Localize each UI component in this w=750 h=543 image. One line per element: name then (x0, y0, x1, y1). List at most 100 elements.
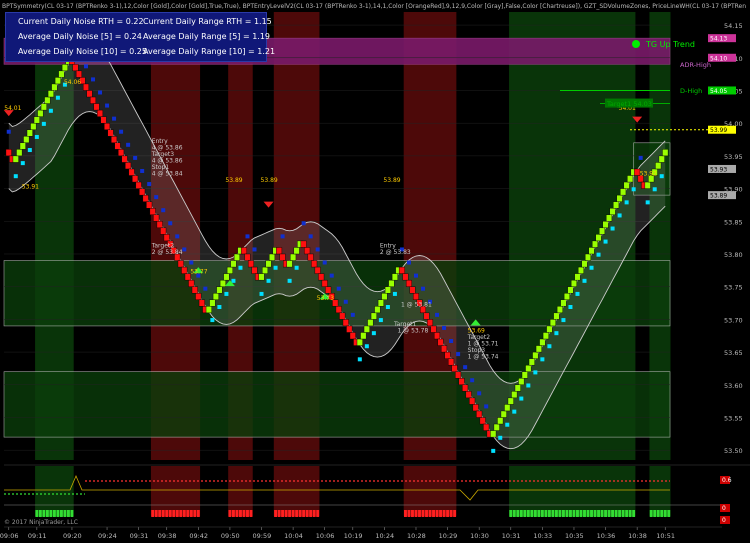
renko-bar (111, 136, 118, 144)
volume-marker (610, 226, 615, 231)
renko-bar (44, 96, 51, 104)
stat-avg-range-10: Average Daily Range [10] = 1.21 (143, 47, 276, 56)
volume-marker (371, 331, 376, 336)
renko-bar (290, 253, 297, 261)
price-tick-label: 53.95 (724, 153, 743, 161)
lower-block (540, 510, 544, 517)
renko-bar (118, 149, 125, 157)
renko-bar (528, 358, 535, 366)
volume-marker (27, 148, 32, 153)
renko-bar (469, 397, 476, 405)
renko-bar (599, 227, 606, 235)
renko-bar (549, 319, 556, 327)
lower-block (151, 510, 155, 517)
volume-marker (561, 318, 566, 323)
volume-marker (519, 396, 524, 401)
renko-bar (191, 286, 198, 294)
renko-bar (54, 77, 61, 85)
volume-marker (631, 187, 636, 192)
volume-marker (568, 304, 573, 309)
lower-block (523, 510, 527, 517)
renko-bar (276, 247, 283, 255)
renko-bar (581, 260, 588, 268)
renko-bar (135, 181, 142, 189)
lower-block (66, 510, 70, 517)
lower-block (56, 510, 60, 517)
renko-bar (363, 325, 370, 333)
renko-bar (279, 253, 286, 261)
lower-block (168, 510, 172, 517)
level-tag: 54.13 (710, 36, 727, 43)
renko-bar (160, 227, 167, 235)
lower-block (607, 510, 611, 517)
annotation-label: 53.89 (383, 177, 400, 184)
volume-marker (603, 239, 608, 244)
volume-marker (364, 344, 369, 349)
lower-block (404, 510, 407, 517)
renko-bar (40, 103, 47, 111)
lower-block (653, 510, 657, 517)
renko-bar (504, 404, 511, 412)
lower-block (63, 510, 67, 517)
annotation-label: 54.06 (64, 79, 81, 86)
lower-block (435, 510, 439, 517)
renko-bar (644, 181, 651, 189)
price-tick-label: 53.75 (724, 284, 743, 292)
lower-band (649, 466, 671, 516)
level-label: D-High (680, 87, 702, 95)
renko-bar (655, 162, 662, 170)
renko-bar (149, 208, 156, 215)
renko-bar (448, 358, 455, 366)
lower-block (439, 510, 443, 517)
renko-bar (613, 201, 620, 209)
lower-block (667, 510, 671, 517)
stat-current-noise: Current Daily Noise RTH = 0.22 (18, 17, 144, 26)
renko-bar (216, 286, 223, 294)
volume-marker (189, 260, 194, 265)
volume-marker (34, 134, 39, 139)
renko-bar (209, 299, 216, 307)
lower-block (407, 510, 411, 517)
lower-band (273, 466, 320, 516)
renko-bar (163, 234, 170, 242)
stat-avg-noise-5: Average Daily Noise [5] = 0.24 (18, 32, 142, 41)
renko-bar (219, 279, 226, 287)
lower-block (316, 510, 320, 517)
renko-bar (381, 293, 388, 300)
volume-marker (336, 286, 341, 291)
renko-bar (212, 293, 219, 300)
volume-marker (238, 265, 243, 270)
renko-bar (205, 306, 212, 314)
lower-block (242, 510, 246, 517)
renko-bar (412, 293, 419, 300)
renko-bar (535, 345, 542, 353)
renko-bar (514, 384, 521, 392)
renko-bar (223, 273, 230, 281)
lower-block (583, 510, 586, 517)
renko-bar (269, 253, 276, 261)
lower-block (554, 510, 558, 517)
time-tick-label: 10:38 (628, 532, 647, 540)
volume-marker (477, 391, 482, 396)
lower-block (526, 510, 530, 517)
renko-bar (33, 116, 40, 124)
volume-marker (266, 278, 271, 283)
renko-bar (177, 260, 184, 268)
renko-bar (462, 384, 469, 392)
lower-block (239, 510, 242, 517)
renko-bar (97, 109, 104, 117)
time-tick-label: 10:36 (597, 532, 616, 540)
price-chart[interactable]: 54.0154.0653.91Entry4 @ 53.86Target34 @ … (0, 0, 750, 543)
volume-marker (547, 344, 552, 349)
lower-block (421, 510, 425, 517)
annotation-label: 2 @ 53.84 (152, 249, 183, 256)
renko-bar (542, 332, 549, 340)
lower-block (625, 510, 629, 517)
lower-block (432, 510, 435, 517)
lower-block (586, 510, 590, 517)
volume-marker (350, 312, 355, 317)
renko-bar (72, 64, 79, 72)
price-tick-label: 53.60 (724, 382, 743, 390)
lower-block (632, 510, 636, 517)
renko-bar (37, 109, 44, 117)
